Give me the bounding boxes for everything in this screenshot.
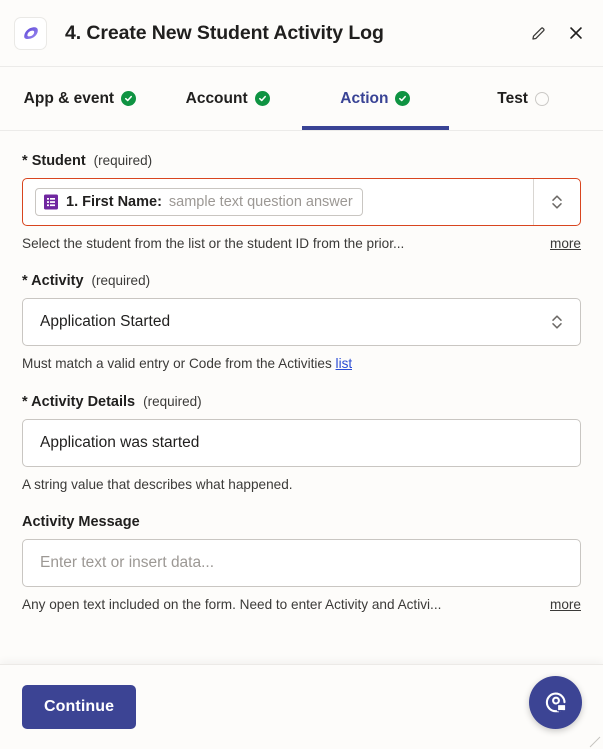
activity-message-input-shell[interactable]: Enter text or insert data...	[22, 539, 581, 588]
more-link[interactable]: more	[550, 597, 581, 612]
more-link[interactable]: more	[550, 236, 581, 251]
activity-details-input-area[interactable]: Application was started	[23, 420, 580, 466]
field-label-row: * Student (required)	[22, 153, 581, 169]
tab-account[interactable]: Account	[154, 67, 302, 130]
required-hint: (required)	[91, 273, 151, 289]
field-activity-message: Activity Message Enter text or insert da…	[22, 514, 581, 614]
check-circle-icon	[254, 91, 270, 106]
student-input-area[interactable]: 1. First Name: sample text question answ…	[23, 179, 533, 225]
activity-message-input-area[interactable]: Enter text or insert data...	[23, 540, 580, 586]
field-activity-details: * Activity Details (required) Applicatio…	[22, 394, 581, 494]
activity-message-placeholder: Enter text or insert data...	[40, 554, 215, 572]
required-hint: (required)	[143, 393, 202, 409]
empty-circle-icon	[534, 91, 549, 106]
field-label: * Activity	[22, 273, 84, 290]
activity-dropdown-toggle[interactable]	[533, 299, 580, 345]
step-tabs: App & event Account Action Test	[0, 67, 603, 131]
zapier-app-logo-icon	[14, 16, 47, 50]
activity-help-row: Must match a valid entry or Code from th…	[22, 355, 581, 373]
field-label: * Activity Details	[22, 393, 136, 410]
field-help-text: Select the student from the list or the …	[22, 236, 405, 251]
tab-action[interactable]: Action	[301, 67, 450, 130]
data-token-chip[interactable]: 1. First Name: sample text question answ…	[35, 188, 363, 216]
activity-selected-value: Application Started	[40, 313, 171, 331]
activity-select-area[interactable]: Application Started	[23, 299, 533, 345]
student-dropdown-toggle[interactable]	[533, 179, 580, 225]
activity-details-help-row: A string value that describes what happe…	[22, 476, 581, 494]
google-forms-icon	[44, 194, 58, 210]
activity-message-help-row: Any open text included on the form. Need…	[22, 596, 581, 614]
field-label: * Student	[22, 153, 86, 169]
tab-test[interactable]: Test	[449, 67, 597, 130]
activities-list-link[interactable]: list	[336, 356, 353, 371]
field-help-text: Must match a valid entry or Code from th…	[22, 356, 353, 372]
check-circle-icon	[121, 91, 137, 106]
close-icon[interactable]	[565, 22, 587, 44]
field-label-row: * Activity (required)	[22, 273, 581, 289]
field-label: Activity Message	[22, 514, 140, 531]
field-help-text: A string value that describes what happe…	[22, 476, 293, 492]
token-value: sample text question answer	[168, 194, 353, 210]
activity-details-input-shell[interactable]: Application was started	[22, 418, 581, 467]
field-label-row: * Activity Details (required)	[22, 394, 581, 410]
tab-label: Action	[340, 89, 389, 107]
panel-header: 4. Create New Student Activity Log	[0, 0, 603, 67]
continue-button[interactable]: Continue	[22, 685, 137, 729]
field-label-row: Activity Message	[22, 514, 581, 530]
field-student: * Student (required) 1. First Name: samp…	[22, 153, 581, 253]
tab-label: App & event	[23, 89, 115, 107]
student-help-row: Select the student from the list or the …	[22, 235, 581, 253]
activity-details-value: Application was started	[40, 433, 200, 451]
panel-title: 4. Create New Student Activity Log	[65, 21, 384, 44]
header-actions	[527, 22, 587, 44]
zap-editor-panel: 4. Create New Student Activity Log App &…	[0, 0, 603, 749]
tab-label: Test	[497, 89, 528, 107]
support-chat-button[interactable]	[529, 676, 582, 729]
check-circle-icon	[395, 91, 411, 106]
field-help-text: Any open text included on the form. Need…	[22, 597, 442, 613]
tab-app-and-event[interactable]: App & event	[6, 67, 154, 130]
student-input-shell[interactable]: 1. First Name: sample text question answ…	[22, 178, 581, 226]
field-activity: * Activity (required) Application Starte…	[22, 273, 581, 373]
activity-select-shell[interactable]: Application Started	[22, 298, 581, 347]
required-hint: (required)	[93, 153, 153, 168]
token-label: 1. First Name:	[66, 194, 162, 210]
action-form: * Student (required) 1. First Name: samp…	[0, 131, 603, 664]
tab-label: Account	[185, 89, 248, 107]
resize-grip-icon	[589, 736, 601, 748]
panel-footer: Continue	[0, 664, 603, 749]
edit-icon[interactable]	[527, 22, 549, 44]
support-chat-icon	[545, 692, 566, 714]
